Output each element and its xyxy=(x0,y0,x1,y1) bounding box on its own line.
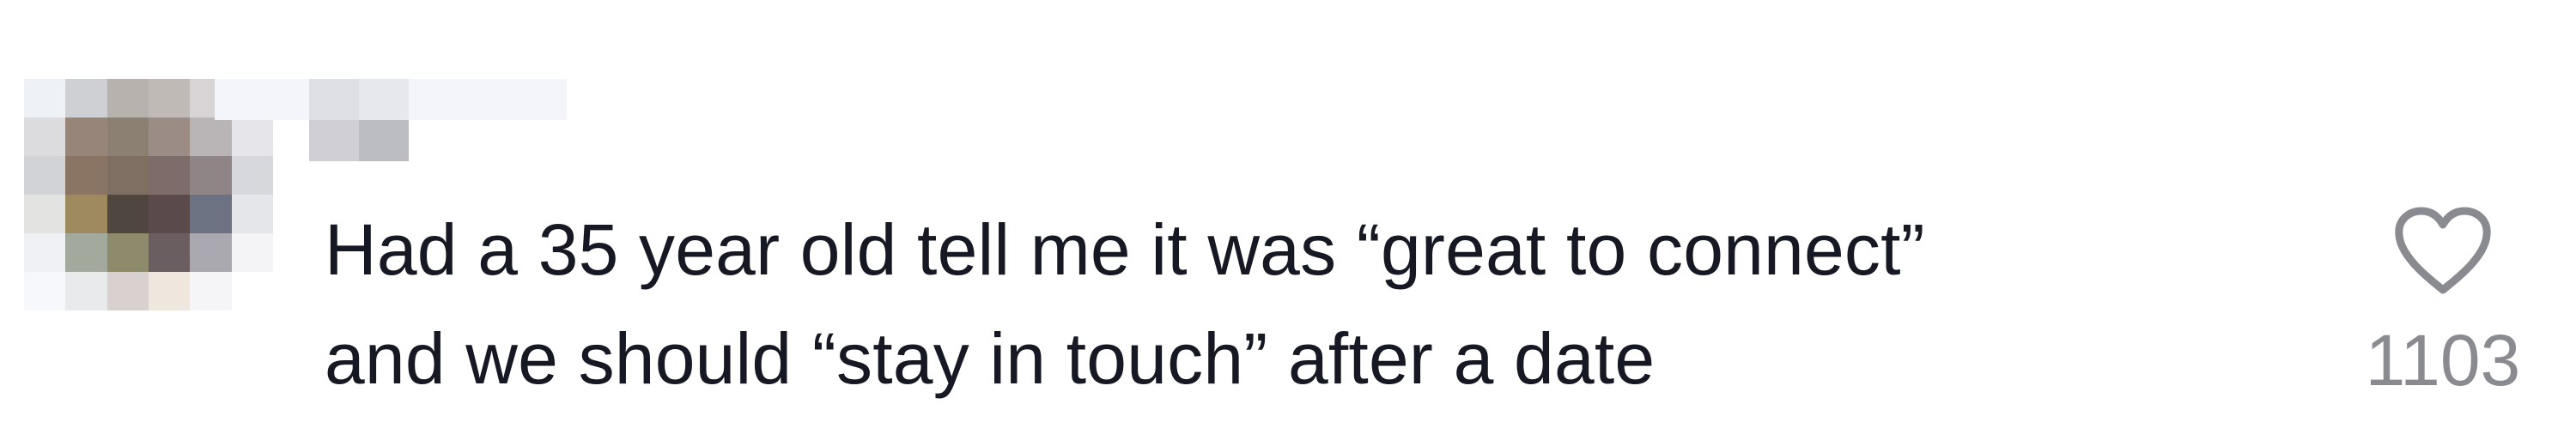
comment-text: Had a 35 year old tell me it was “great … xyxy=(325,196,2317,413)
comment-text-line-1: Had a 35 year old tell me it was “great … xyxy=(325,209,1925,290)
comment-item: Had a 35 year old tell me it was “great … xyxy=(0,0,2576,434)
heart-outline-icon[interactable] xyxy=(2394,206,2492,295)
username-redacted[interactable] xyxy=(215,79,567,161)
comment-text-line-2: and we should “stay in touch” after a da… xyxy=(325,318,1656,399)
like-control: 1103 xyxy=(2353,206,2533,412)
like-count: 1103 xyxy=(2365,320,2521,401)
